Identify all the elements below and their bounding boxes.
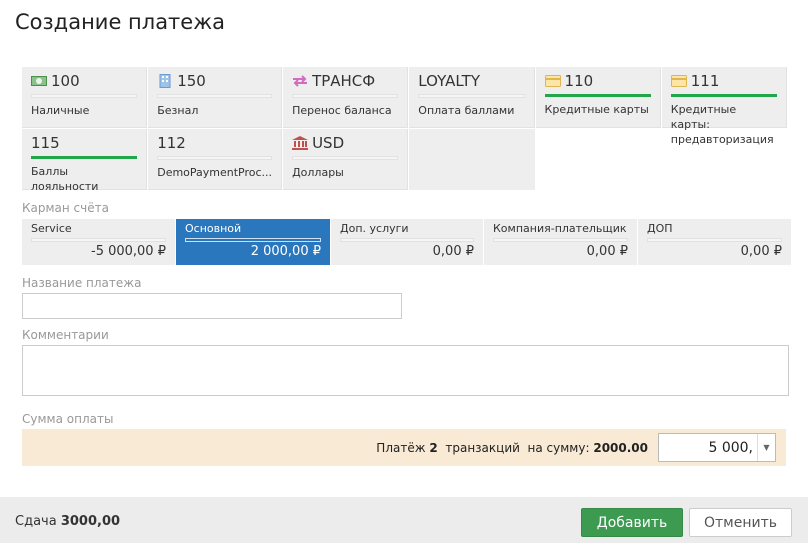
pocket-4[interactable]: ДОП 0,00 ₽ [638, 219, 791, 265]
method-indicator [292, 156, 399, 160]
payment-method-tile[interactable]: 112 DemoPaymentProc... [148, 129, 283, 190]
pocket-name: ДОП [647, 222, 673, 235]
building-icon [157, 74, 175, 88]
method-indicator [31, 94, 138, 98]
method-indicator [418, 94, 525, 98]
method-indicator [670, 94, 777, 97]
method-code-text: 100 [51, 72, 80, 90]
method-indicator [544, 94, 651, 97]
payment-method-tile[interactable]: 100 Наличные [22, 67, 148, 128]
pocket-name: Service [31, 222, 72, 235]
transfer-icon [292, 75, 310, 87]
method-label: Перенос баланса [292, 104, 392, 117]
pocket-indicator [647, 238, 782, 242]
pocket-name: Доп. услуги [340, 222, 409, 235]
method-code: 100 [31, 71, 137, 91]
payment-method-tile[interactable]: 111 Кредитные карты: предавторизация [661, 67, 787, 146]
summary-mid: транзакций на сумму: [445, 440, 590, 455]
pocket-3[interactable]: Компания-плательщик 0,00 ₽ [484, 219, 637, 265]
method-code-text: 115 [31, 134, 60, 152]
method-label: Кредитные карты: предавторизация [670, 103, 774, 146]
pocket-balance: -5 000,00 ₽ [91, 244, 166, 259]
method-code: 110 [544, 71, 651, 91]
credit-card-icon [544, 75, 563, 87]
pocket-2[interactable]: Доп. услуги 0,00 ₽ [331, 219, 483, 265]
method-label: Оплата баллами [418, 104, 515, 117]
method-code-text: 112 [157, 134, 186, 152]
change-label: Сдача [15, 514, 57, 529]
payment-name-input[interactable] [22, 293, 402, 319]
amount-input[interactable]: 5 000, ▼ [658, 433, 776, 462]
page-title: Создание платежа [15, 10, 225, 34]
method-code: ТРАНСФ [292, 71, 398, 91]
change-text: Сдача 3000,00 [15, 514, 120, 529]
pocket-indicator [185, 238, 321, 242]
payment-method-tile[interactable]: LOYALTY Оплата баллами [409, 67, 535, 128]
method-code: 112 [157, 133, 272, 153]
sum-label: Сумма оплаты [22, 412, 114, 426]
comments-label: Комментарии [22, 328, 109, 342]
method-code-text: ТРАНСФ [312, 72, 376, 90]
payment-summary-bar: Платёж 2 транзакций на сумму: 2000.00 5 … [22, 429, 786, 466]
dropdown-arrow-icon[interactable]: ▼ [757, 434, 775, 461]
payment-method-tile[interactable]: 110 Кредитные карты [535, 67, 661, 128]
method-code-text: LOYALTY [418, 72, 480, 90]
method-label: DemoPaymentProc... [157, 166, 273, 179]
cash-icon [31, 75, 49, 87]
method-indicator [157, 94, 273, 98]
pocket-indicator [31, 238, 166, 242]
summary-prefix: Платёж [376, 440, 426, 455]
payment-name-label: Название платежа [22, 276, 142, 290]
pocket-1[interactable]: Основной 2 000,00 ₽ [176, 219, 330, 265]
pocket-name: Компания-плательщик [493, 222, 627, 235]
cancel-button[interactable]: Отменить [689, 508, 792, 537]
method-code-text: 111 [690, 72, 720, 90]
amount-value[interactable]: 5 000, [659, 440, 757, 456]
method-code: 111 [670, 71, 777, 91]
pocket-balance: 0,00 ₽ [740, 244, 782, 259]
summary-total: 2000.00 [593, 440, 648, 455]
change-value: 3000,00 [60, 514, 121, 529]
method-code: LOYALTY [418, 71, 524, 91]
method-code-text: 110 [564, 72, 594, 90]
method-code: USD [292, 133, 398, 153]
pocket-balance: 0,00 ₽ [586, 244, 628, 259]
empty-tile [409, 129, 535, 190]
pocket-indicator [340, 238, 474, 242]
payment-method-tile[interactable]: ТРАНСФ Перенос баланса [283, 67, 409, 128]
credit-card-icon [670, 75, 689, 87]
method-label: Доллары [292, 166, 344, 179]
payment-method-tile[interactable]: 115 Баллы лояльности [22, 129, 148, 193]
method-code-text: USD [312, 134, 345, 152]
method-code-text: 150 [177, 72, 206, 90]
footer: Сдача 3000,00 Добавить Отменить [0, 497, 808, 543]
pocket-indicator [493, 238, 628, 242]
pocket-name: Основной [185, 222, 242, 235]
method-code: 150 [157, 71, 272, 91]
pocket-0[interactable]: Service -5 000,00 ₽ [22, 219, 175, 265]
method-indicator [157, 156, 273, 160]
comments-textarea[interactable] [22, 345, 789, 396]
method-label: Баллы лояльности [31, 165, 99, 193]
method-code: 115 [31, 133, 137, 153]
add-button[interactable]: Добавить [581, 508, 683, 537]
bank-icon [292, 136, 310, 150]
method-label: Безнал [157, 104, 199, 117]
pocket-balance: 2 000,00 ₽ [250, 244, 321, 259]
pocket-balance: 0,00 ₽ [432, 244, 474, 259]
method-label: Кредитные карты [544, 103, 649, 116]
payment-method-tile[interactable]: USD Доллары [283, 129, 409, 190]
method-indicator [292, 94, 399, 98]
summary-count: 2 [429, 440, 438, 455]
method-label: Наличные [31, 104, 90, 117]
pocket-label: Карман счёта [22, 201, 109, 215]
payment-method-tile[interactable]: 150 Безнал [148, 67, 283, 128]
method-indicator [31, 156, 138, 159]
empty-tile [535, 129, 661, 190]
pockets: Service -5 000,00 ₽ Основной 2 000,00 ₽ Доп.… [22, 219, 791, 265]
payment-methods: 100 Наличные 150 Безнал ТРАНСФ Перенос баланс… [22, 67, 787, 193]
